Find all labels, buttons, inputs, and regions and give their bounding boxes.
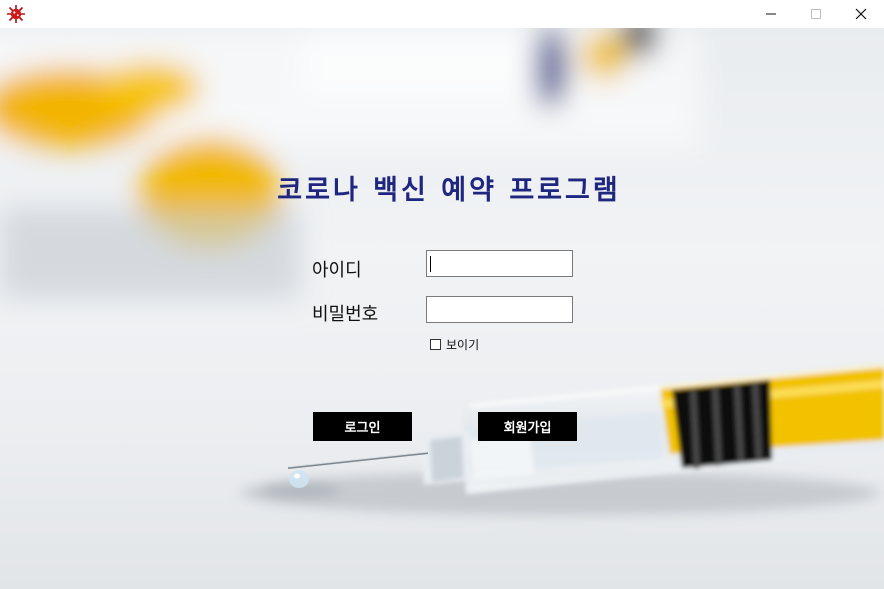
show-password-checkbox[interactable]: [430, 339, 441, 350]
page-title: 코로나 백신 예약 프로그램: [277, 175, 621, 206]
login-button[interactable]: 로그인: [313, 412, 412, 441]
maximize-icon: [811, 9, 821, 19]
password-input[interactable]: [426, 296, 573, 323]
app-window: 코로나 백신 예약 프로그램 아이디 비밀번호 보이기 로그인 회원가입: [0, 0, 884, 589]
id-input[interactable]: [426, 250, 573, 277]
close-button[interactable]: [838, 0, 884, 28]
text-cursor: [430, 256, 431, 272]
login-panel: 코로나 백신 예약 프로그램 아이디 비밀번호 보이기 로그인 회원가입: [0, 28, 884, 589]
close-icon: [855, 8, 867, 20]
password-label: 비밀번호: [312, 304, 379, 325]
virus-icon: [7, 5, 25, 23]
show-password-label: 보이기: [446, 338, 480, 352]
maximize-button[interactable]: [793, 0, 839, 28]
signup-button[interactable]: 회원가입: [478, 412, 577, 441]
title-bar[interactable]: [0, 0, 884, 28]
show-password-toggle[interactable]: 보이기: [430, 336, 479, 353]
minimize-button[interactable]: [748, 0, 794, 28]
minimize-icon: [766, 13, 776, 15]
id-label: 아이디: [312, 260, 362, 281]
